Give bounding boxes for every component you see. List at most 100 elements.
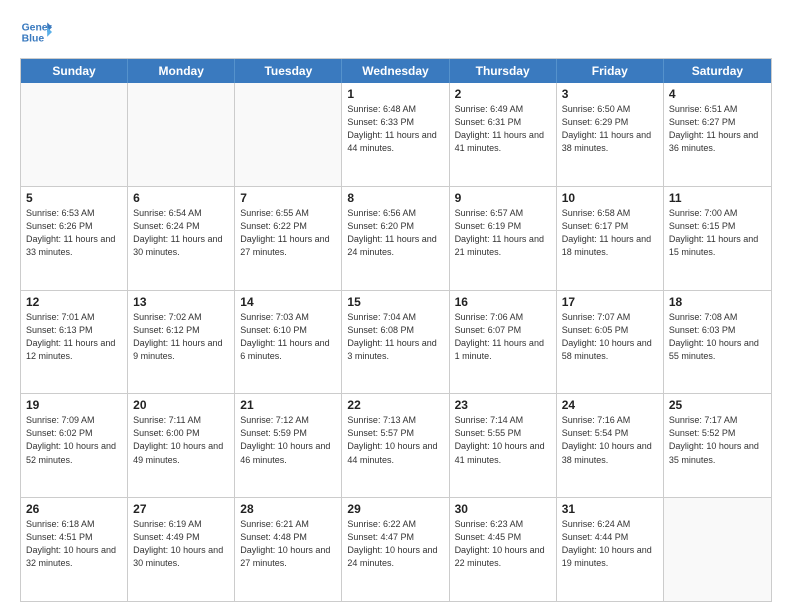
day-info: Sunrise: 7:07 AMSunset: 6:05 PMDaylight:… xyxy=(562,311,658,363)
day-info: Sunrise: 6:54 AMSunset: 6:24 PMDaylight:… xyxy=(133,207,229,259)
day-info: Sunrise: 7:02 AMSunset: 6:12 PMDaylight:… xyxy=(133,311,229,363)
day-info: Sunrise: 6:53 AMSunset: 6:26 PMDaylight:… xyxy=(26,207,122,259)
day-cell-empty xyxy=(21,83,128,186)
day-number: 17 xyxy=(562,295,658,309)
day-info: Sunrise: 6:57 AMSunset: 6:19 PMDaylight:… xyxy=(455,207,551,259)
day-info: Sunrise: 6:56 AMSunset: 6:20 PMDaylight:… xyxy=(347,207,443,259)
day-cell-27: 27 Sunrise: 6:19 AMSunset: 4:49 PMDayligh… xyxy=(128,498,235,601)
week-row-1: 5 Sunrise: 6:53 AMSunset: 6:26 PMDaylight… xyxy=(21,187,771,291)
day-number: 25 xyxy=(669,398,766,412)
day-header-friday: Friday xyxy=(557,59,664,83)
day-info: Sunrise: 7:09 AMSunset: 6:02 PMDaylight:… xyxy=(26,414,122,466)
day-number: 24 xyxy=(562,398,658,412)
day-cell-10: 10Sunrise: 6:58 AMSunset: 6:17 PMDayligh… xyxy=(557,187,664,290)
svg-text:Blue: Blue xyxy=(22,34,45,45)
day-cell-14: 14 Sunrise: 7:03 AMSunset: 6:10 PMDayligh… xyxy=(235,291,342,394)
day-number: 1 xyxy=(347,87,443,101)
day-number: 18 xyxy=(669,295,766,309)
day-cell-13: 13 Sunrise: 7:02 AMSunset: 6:12 PMDayligh… xyxy=(128,291,235,394)
day-number: 14 xyxy=(240,295,336,309)
calendar-body: 1 Sunrise: 6:48 AMSunset: 6:33 PMDaylight… xyxy=(21,83,771,601)
day-info: Sunrise: 7:06 AMSunset: 6:07 PMDaylight:… xyxy=(455,311,551,363)
page: General Blue SundayMondayTuesdayWednesda… xyxy=(0,0,792,612)
day-info: Sunrise: 6:48 AMSunset: 6:33 PMDaylight:… xyxy=(347,103,443,155)
day-cell-15: 15 Sunrise: 7:04 AMSunset: 6:08 PMDayligh… xyxy=(342,291,449,394)
day-cell-empty xyxy=(235,83,342,186)
day-info: Sunrise: 7:00 AMSunset: 6:15 PMDaylight:… xyxy=(669,207,766,259)
day-info: Sunrise: 7:04 AMSunset: 6:08 PMDaylight:… xyxy=(347,311,443,363)
day-number: 6 xyxy=(133,191,229,205)
day-header-sunday: Sunday xyxy=(21,59,128,83)
day-number: 15 xyxy=(347,295,443,309)
day-info: Sunrise: 6:51 AMSunset: 6:27 PMDaylight:… xyxy=(669,103,766,155)
day-number: 30 xyxy=(455,502,551,516)
day-number: 22 xyxy=(347,398,443,412)
day-cell-9: 9 Sunrise: 6:57 AMSunset: 6:19 PMDaylight… xyxy=(450,187,557,290)
day-cell-11: 11Sunrise: 7:00 AMSunset: 6:15 PMDayligh… xyxy=(664,187,771,290)
week-row-4: 26Sunrise: 6:18 AMSunset: 4:51 PMDayligh… xyxy=(21,498,771,601)
day-cell-1: 1 Sunrise: 6:48 AMSunset: 6:33 PMDaylight… xyxy=(342,83,449,186)
day-info: Sunrise: 6:21 AMSunset: 4:48 PMDaylight:… xyxy=(240,518,336,570)
day-number: 5 xyxy=(26,191,122,205)
day-cell-4: 4Sunrise: 6:51 AMSunset: 6:27 PMDaylight… xyxy=(664,83,771,186)
day-number: 19 xyxy=(26,398,122,412)
day-cell-20: 20 Sunrise: 7:11 AMSunset: 6:00 PMDayligh… xyxy=(128,394,235,497)
day-info: Sunrise: 7:11 AMSunset: 6:00 PMDaylight:… xyxy=(133,414,229,466)
day-header-wednesday: Wednesday xyxy=(342,59,449,83)
calendar-header: SundayMondayTuesdayWednesdayThursdayFrid… xyxy=(21,59,771,83)
day-cell-2: 2 Sunrise: 6:49 AMSunset: 6:31 PMDaylight… xyxy=(450,83,557,186)
day-number: 3 xyxy=(562,87,658,101)
day-info: Sunrise: 6:19 AMSunset: 4:49 PMDaylight:… xyxy=(133,518,229,570)
day-number: 27 xyxy=(133,502,229,516)
day-cell-31: 31Sunrise: 6:24 AMSunset: 4:44 PMDayligh… xyxy=(557,498,664,601)
calendar: SundayMondayTuesdayWednesdayThursdayFrid… xyxy=(20,58,772,602)
day-cell-30: 30Sunrise: 6:23 AMSunset: 4:45 PMDayligh… xyxy=(450,498,557,601)
day-header-tuesday: Tuesday xyxy=(235,59,342,83)
day-cell-empty xyxy=(664,498,771,601)
day-number: 13 xyxy=(133,295,229,309)
day-info: Sunrise: 7:14 AMSunset: 5:55 PMDaylight:… xyxy=(455,414,551,466)
logo-icon: General Blue xyxy=(20,16,52,48)
day-number: 2 xyxy=(455,87,551,101)
day-cell-19: 19 Sunrise: 7:09 AMSunset: 6:02 PMDayligh… xyxy=(21,394,128,497)
day-cell-12: 12 Sunrise: 7:01 AMSunset: 6:13 PMDayligh… xyxy=(21,291,128,394)
day-cell-29: 29 Sunrise: 6:22 AMSunset: 4:47 PMDayligh… xyxy=(342,498,449,601)
day-number: 7 xyxy=(240,191,336,205)
day-info: Sunrise: 6:24 AMSunset: 4:44 PMDaylight:… xyxy=(562,518,658,570)
week-row-3: 19 Sunrise: 7:09 AMSunset: 6:02 PMDayligh… xyxy=(21,394,771,498)
day-info: Sunrise: 7:12 AMSunset: 5:59 PMDaylight:… xyxy=(240,414,336,466)
week-row-0: 1 Sunrise: 6:48 AMSunset: 6:33 PMDaylight… xyxy=(21,83,771,187)
day-cell-16: 16Sunrise: 7:06 AMSunset: 6:07 PMDayligh… xyxy=(450,291,557,394)
day-cell-18: 18 Sunrise: 7:08 AMSunset: 6:03 PMDayligh… xyxy=(664,291,771,394)
day-cell-23: 23 Sunrise: 7:14 AMSunset: 5:55 PMDayligh… xyxy=(450,394,557,497)
day-number: 9 xyxy=(455,191,551,205)
day-number: 21 xyxy=(240,398,336,412)
day-info: Sunrise: 7:16 AMSunset: 5:54 PMDaylight:… xyxy=(562,414,658,466)
day-number: 26 xyxy=(26,502,122,516)
day-info: Sunrise: 7:03 AMSunset: 6:10 PMDaylight:… xyxy=(240,311,336,363)
day-cell-empty xyxy=(128,83,235,186)
day-info: Sunrise: 7:08 AMSunset: 6:03 PMDaylight:… xyxy=(669,311,766,363)
day-number: 12 xyxy=(26,295,122,309)
day-number: 23 xyxy=(455,398,551,412)
day-number: 29 xyxy=(347,502,443,516)
day-cell-8: 8Sunrise: 6:56 AMSunset: 6:20 PMDaylight… xyxy=(342,187,449,290)
day-header-saturday: Saturday xyxy=(664,59,771,83)
day-cell-28: 28 Sunrise: 6:21 AMSunset: 4:48 PMDayligh… xyxy=(235,498,342,601)
header: General Blue xyxy=(20,16,772,48)
day-cell-5: 5 Sunrise: 6:53 AMSunset: 6:26 PMDaylight… xyxy=(21,187,128,290)
day-info: Sunrise: 6:49 AMSunset: 6:31 PMDaylight:… xyxy=(455,103,551,155)
day-info: Sunrise: 6:22 AMSunset: 4:47 PMDaylight:… xyxy=(347,518,443,570)
day-info: Sunrise: 7:01 AMSunset: 6:13 PMDaylight:… xyxy=(26,311,122,363)
day-cell-3: 3Sunrise: 6:50 AMSunset: 6:29 PMDaylight… xyxy=(557,83,664,186)
day-header-monday: Monday xyxy=(128,59,235,83)
day-info: Sunrise: 7:17 AMSunset: 5:52 PMDaylight:… xyxy=(669,414,766,466)
day-info: Sunrise: 6:55 AMSunset: 6:22 PMDaylight:… xyxy=(240,207,336,259)
day-cell-7: 7 Sunrise: 6:55 AMSunset: 6:22 PMDaylight… xyxy=(235,187,342,290)
day-cell-25: 25 Sunrise: 7:17 AMSunset: 5:52 PMDayligh… xyxy=(664,394,771,497)
day-cell-22: 22Sunrise: 7:13 AMSunset: 5:57 PMDayligh… xyxy=(342,394,449,497)
day-cell-6: 6 Sunrise: 6:54 AMSunset: 6:24 PMDaylight… xyxy=(128,187,235,290)
day-cell-26: 26Sunrise: 6:18 AMSunset: 4:51 PMDayligh… xyxy=(21,498,128,601)
day-number: 20 xyxy=(133,398,229,412)
day-number: 28 xyxy=(240,502,336,516)
